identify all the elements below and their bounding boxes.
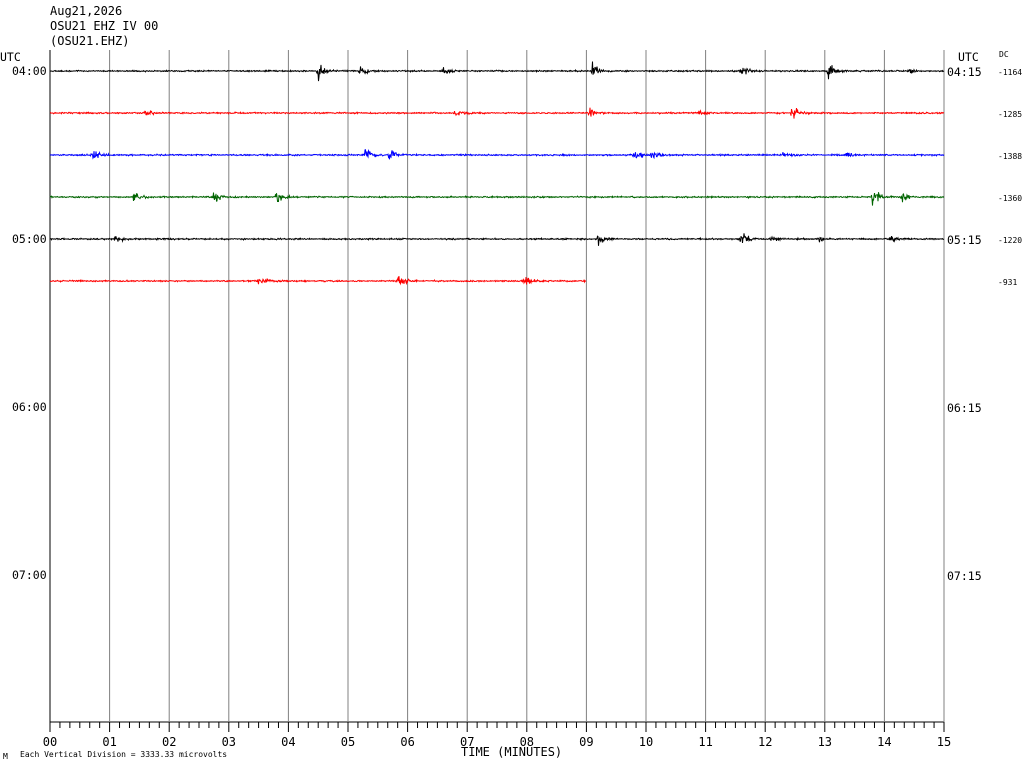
left-tz-label: UTC	[0, 50, 21, 64]
dc-offset-label: -931	[998, 278, 1017, 287]
x-tick-label: 05	[341, 735, 355, 749]
trace-row-0430	[49, 149, 945, 160]
left-time-label: 05:00	[12, 232, 47, 246]
trace-row-0415	[49, 107, 945, 119]
trace-layer	[49, 61, 945, 286]
trace-row-0445	[49, 192, 945, 206]
dc-offset-label: -1360	[998, 194, 1022, 203]
x-tick-label: 11	[698, 735, 712, 749]
dc-offset-label: -1285	[998, 110, 1022, 119]
left-time-label: 04:00	[12, 64, 47, 78]
x-tick-label: 09	[579, 735, 593, 749]
trace-row-0515	[49, 276, 587, 286]
footer-scale-text: Each Vertical Division = 3333.33 microvo…	[20, 750, 227, 759]
x-tick-label: 12	[758, 735, 772, 749]
channel-label: OSU21 EHZ IV 00	[50, 19, 158, 33]
x-tick-label: 03	[222, 735, 236, 749]
x-tick-label: 01	[102, 735, 116, 749]
right-time-label: 05:15	[947, 233, 982, 247]
x-tick-label: 13	[818, 735, 832, 749]
right-time-label: 04:15	[947, 65, 982, 79]
right-time-label: 07:15	[947, 569, 982, 583]
x-tick-label: 14	[877, 735, 891, 749]
x-tick-label: 00	[43, 735, 57, 749]
helicorder-chart: Aug21,2026 OSU21 EHZ IV 00 (OSU21.EHZ) U…	[0, 4, 1022, 761]
corner-mark: M	[3, 752, 8, 761]
dc-offset-label: -1220	[998, 236, 1022, 245]
x-tick-label: 15	[937, 735, 951, 749]
left-time-label: 07:00	[12, 568, 47, 582]
x-tick-label: 02	[162, 735, 176, 749]
dc-header-label: DC	[999, 50, 1009, 59]
scnl-label: (OSU21.EHZ)	[50, 34, 129, 48]
right-time-label: 06:15	[947, 401, 982, 415]
trace-row-0400	[49, 61, 945, 82]
x-tick-label: 04	[281, 735, 295, 749]
x-axis-label: TIME (MINUTES)	[461, 745, 562, 759]
trace-row-0500	[49, 233, 945, 246]
x-tick-label: 10	[639, 735, 653, 749]
left-time-label: 06:00	[12, 400, 47, 414]
dc-offset-label: -1388	[998, 152, 1022, 161]
label-layer: 00 01 02 03 04 05 06 07 08 09 10 11 12 13 14 1504:0005:…	[12, 64, 1022, 749]
date-label: Aug21,2026	[50, 4, 122, 18]
right-tz-label: UTC	[958, 50, 979, 64]
x-tick-label: 06	[400, 735, 414, 749]
tick-layer	[49, 722, 945, 732]
grid-layer	[109, 50, 945, 722]
dc-offset-label: -1164	[998, 68, 1022, 77]
